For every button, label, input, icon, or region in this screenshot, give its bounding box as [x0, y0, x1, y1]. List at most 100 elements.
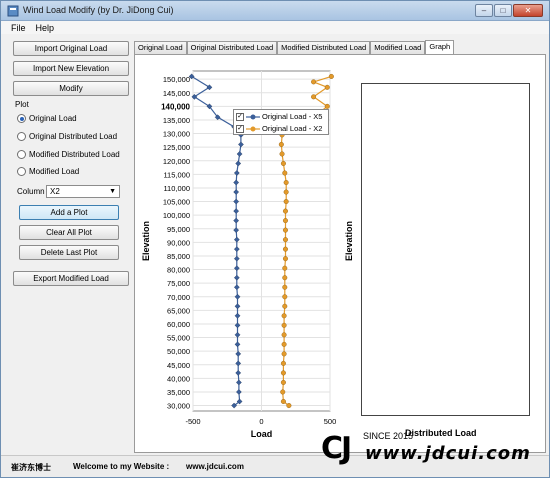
radio-original-load[interactable]: Original Load — [17, 114, 77, 123]
chart-legend: ✓ Original Load - X5 ✓ Original Load - X… — [233, 109, 329, 135]
data-point — [282, 227, 288, 233]
close-button[interactable]: ✕ — [513, 4, 543, 17]
column-select[interactable]: X2 ▼ — [46, 185, 120, 198]
y-tick-label: 110,000 — [163, 184, 190, 193]
tab-graph[interactable]: Graph — [425, 40, 455, 54]
y-tick-label: 85,000 — [167, 252, 190, 261]
y-tick-label: 120,000 — [163, 157, 190, 166]
maximize-button[interactable]: □ — [494, 4, 512, 17]
tab-modified-distributed-load[interactable]: Modified Distributed Load — [277, 41, 371, 54]
legend-label: Original Load - X5 — [262, 112, 323, 121]
y-tick-label: 55,000 — [167, 334, 190, 343]
check-icon: ✓ — [236, 124, 244, 133]
check-icon: ✓ — [236, 112, 244, 121]
column-label: Column — [17, 187, 45, 196]
brand-logo: CJ — [321, 431, 352, 466]
data-point — [286, 403, 292, 409]
data-point — [283, 189, 289, 195]
y-tick-label: 140,000 — [161, 102, 190, 111]
x-tick-label: -500 — [185, 417, 200, 426]
menu-bar: File Help — [1, 21, 549, 34]
brand-url: www.jdcui.com — [365, 443, 531, 464]
data-point — [311, 79, 317, 85]
radio-original-distributed-load[interactable]: Original Distributed Load — [17, 132, 117, 141]
distributed-load-plot-area — [361, 83, 530, 416]
data-point — [283, 180, 289, 186]
data-point — [282, 246, 288, 252]
data-point — [278, 141, 284, 147]
menu-help[interactable]: Help — [36, 23, 55, 33]
data-point — [282, 294, 288, 300]
delete-last-plot-button[interactable]: Delete Last Plot — [19, 245, 119, 260]
radio-label: Original Distributed Load — [29, 132, 118, 141]
window-controls: – □ ✕ — [475, 4, 543, 17]
menu-file[interactable]: File — [11, 23, 26, 33]
tab-original-load[interactable]: Original Load — [134, 41, 187, 54]
brand-watermark: CJ SINCE 2015 www.jdcui.com — [321, 425, 547, 475]
status-welcome: Welcome to my Website : — [73, 462, 170, 471]
y-tick-label: 130,000 — [163, 130, 190, 139]
minimize-button[interactable]: – — [475, 4, 493, 17]
y-tick-label: 70,000 — [167, 293, 190, 302]
legend-item-x2[interactable]: ✓ Original Load - X2 — [236, 124, 322, 133]
radio-modified-load[interactable]: Modified Load — [17, 167, 79, 176]
tab-original-distributed-load[interactable]: Original Distributed Load — [186, 41, 278, 54]
legend-item-x5[interactable]: ✓ Original Load - X5 — [236, 112, 322, 121]
data-point — [282, 265, 288, 271]
left-panel: Import Original Load Import New Elevatio… — [1, 35, 133, 455]
data-point — [280, 389, 286, 395]
data-point — [280, 398, 286, 404]
data-point — [280, 160, 286, 166]
tab-modified-load[interactable]: Modified Load — [370, 41, 426, 54]
clear-all-plot-button[interactable]: Clear All Plot — [19, 225, 119, 240]
radio-label: Modified Distributed Load — [29, 150, 120, 159]
y-tick-label: 65,000 — [167, 306, 190, 315]
app-icon — [7, 5, 19, 17]
data-point — [281, 351, 287, 357]
data-point — [282, 237, 288, 243]
status-author: 崔济东博士 — [11, 463, 51, 472]
status-website[interactable]: www.jdcui.com — [186, 462, 244, 471]
radio-dot — [17, 167, 26, 176]
radio-dot — [17, 132, 26, 141]
y-tick-label: 90,000 — [167, 238, 190, 247]
radio-label: Original Load — [29, 114, 77, 123]
legend-swatch — [246, 126, 260, 131]
add-plot-button[interactable]: Add a Plot — [19, 205, 119, 220]
y-axis-label: Elevation — [141, 221, 151, 261]
data-point — [282, 218, 288, 224]
import-new-elevation-button[interactable]: Import New Elevation — [13, 61, 129, 76]
radio-modified-distributed-load[interactable]: Modified Distributed Load — [17, 150, 120, 159]
data-point — [281, 322, 287, 328]
plot-label: Plot — [15, 100, 29, 109]
import-original-load-button[interactable]: Import Original Load — [13, 41, 129, 56]
y-axis-label: Elevation — [344, 221, 354, 261]
modify-button[interactable]: Modify — [13, 81, 129, 96]
chevron-down-icon: ▼ — [109, 188, 116, 195]
y-tick-label: 35,000 — [167, 388, 190, 397]
y-tick-label: 150,000 — [163, 75, 190, 84]
data-point — [328, 73, 334, 79]
y-tick-label: 100,000 — [163, 211, 190, 220]
y-tick-label: 80,000 — [167, 266, 190, 275]
y-tick-label: 50,000 — [167, 347, 190, 356]
data-point — [282, 275, 288, 281]
y-tick-label: 30,000 — [167, 402, 190, 411]
data-point — [279, 151, 285, 157]
data-point — [282, 208, 288, 214]
title-bar[interactable]: Wind Load Modify (by Dr. JiDong Cui) – □… — [1, 1, 549, 21]
distributed-chart-ylabel: Elevation — [344, 221, 354, 261]
data-point — [280, 370, 286, 376]
export-modified-load-button[interactable]: Export Modified Load — [13, 271, 129, 286]
data-point — [282, 170, 288, 176]
data-point — [280, 360, 286, 366]
brand-since: SINCE 2015 — [363, 431, 414, 441]
y-tick-label: 40,000 — [167, 374, 190, 383]
y-tick-label: 145,000 — [163, 89, 190, 98]
y-tick-label: 95,000 — [167, 225, 190, 234]
data-point — [282, 303, 288, 309]
tab-bar: Original Load Original Distributed Load … — [134, 40, 455, 54]
window-title: Wind Load Modify (by Dr. JiDong Cui) — [23, 5, 174, 15]
x-axis-label: Load — [251, 429, 273, 439]
y-tick-label: 45,000 — [167, 361, 190, 370]
